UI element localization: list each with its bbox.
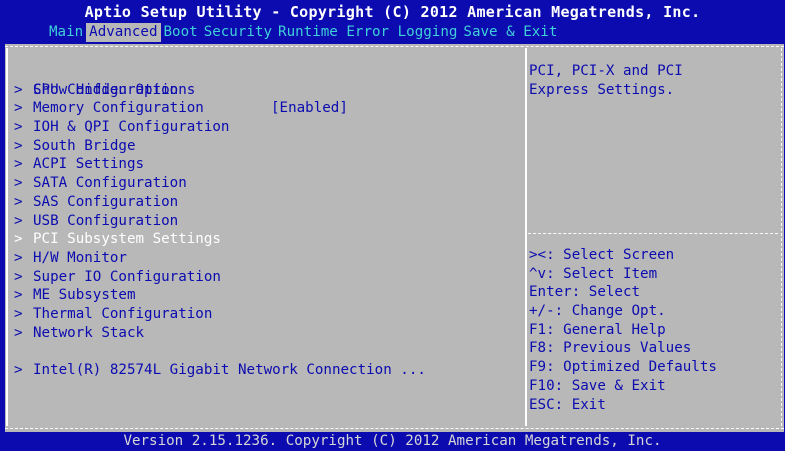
- spacer-row: [5, 342, 525, 361]
- submenu-arrow-icon: >: [14, 362, 23, 378]
- help-line: Express Settings.: [529, 81, 675, 98]
- menu-item-label: PCI Subsystem Settings: [33, 231, 221, 248]
- menu-item-intel-network[interactable]: > Intel(R) 82574L Gigabit Network Connect…: [5, 361, 525, 380]
- menu-item-memory[interactable]: > Memory Configuration: [5, 99, 525, 118]
- help-line: PCI, PCI-X and PCI: [529, 63, 683, 79]
- menu-item-me-subsystem[interactable]: > ME Subsystem: [5, 286, 525, 305]
- menu-item-acpi[interactable]: > ACPI Settings: [5, 155, 525, 174]
- bottom-border: [5, 428, 784, 429]
- menu-item-label: Memory Configuration: [33, 100, 204, 117]
- menu-item-label: Network Stack: [33, 324, 145, 341]
- footer-version: Version 2.15.1236. Copyright (C) 2012 Am…: [0, 432, 785, 451]
- menu-item-south-bridge[interactable]: > South Bridge: [5, 137, 525, 156]
- menu-item-label: Super IO Configuration: [33, 268, 221, 285]
- submenu-arrow-icon: >: [14, 81, 23, 98]
- menu-item-super-io[interactable]: > Super IO Configuration: [5, 268, 525, 287]
- key-hint: F10: Save & Exit: [529, 377, 666, 394]
- submenu-arrow-icon: >: [14, 193, 23, 210]
- key-hint: Enter: Select: [529, 284, 641, 301]
- menu-item-usb[interactable]: > USB Configuration: [5, 212, 525, 231]
- help-divider: [528, 233, 778, 234]
- submenu-arrow-icon: >: [14, 305, 23, 322]
- menu-item-label: IOH & QPI Configuration: [33, 119, 230, 136]
- tab-advanced[interactable]: Advanced: [86, 23, 161, 42]
- menu-item-label: SAS Configuration: [33, 193, 179, 210]
- menu-item-pci-subsystem[interactable]: > PCI Subsystem Settings: [5, 230, 525, 249]
- divider: [525, 48, 527, 426]
- key-hint: ESC: Exit: [529, 396, 606, 413]
- key-hint: ><: Select Screen: [529, 247, 675, 263]
- menu-item-sas[interactable]: > SAS Configuration: [5, 193, 525, 212]
- menu-item-label: SATA Configuration: [33, 175, 187, 192]
- submenu-arrow-icon: >: [14, 287, 23, 304]
- menu-item-sata[interactable]: > SATA Configuration: [5, 174, 525, 193]
- help-text: PCI, PCI-X and PCI Express Settings.: [529, 62, 779, 99]
- submenu-arrow-icon: >: [14, 268, 23, 285]
- top-border: [5, 46, 784, 47]
- tab-main[interactable]: Main: [46, 23, 86, 42]
- menu-item-label: CPU Configuration: [33, 81, 179, 98]
- menu-bar: Main Advanced Boot Security Runtime Error Lo…: [46, 23, 560, 42]
- menu-item-ioh-qpi[interactable]: > IOH & QPI Configuration: [5, 118, 525, 137]
- submenu-arrow-icon: >: [14, 137, 23, 154]
- key-legend: ><: Select Screen ^v: Select Item Enter:…: [529, 246, 779, 414]
- menu-item-label: ACPI Settings: [33, 156, 145, 173]
- menu-item-thermal[interactable]: > Thermal Configuration: [5, 305, 525, 324]
- tab-save-exit[interactable]: Save & Exit: [460, 23, 560, 42]
- submenu-arrow-icon: >: [14, 119, 23, 136]
- key-hint: ^v: Select Item: [529, 265, 658, 282]
- options-list: Show Hidden Options [Enabled] > CPU Confi…: [5, 62, 525, 380]
- submenu-arrow-icon: >: [14, 324, 23, 341]
- submenu-arrow-icon: >: [14, 212, 23, 229]
- tab-security[interactable]: Security: [201, 23, 275, 42]
- menu-item-hw-monitor[interactable]: > H/W Monitor: [5, 249, 525, 268]
- submenu-arrow-icon: >: [14, 100, 23, 117]
- main-panel: Show Hidden Options [Enabled] > CPU Confi…: [5, 44, 784, 432]
- submenu-arrow-icon: >: [14, 249, 23, 266]
- menu-item-label: H/W Monitor: [33, 249, 127, 266]
- submenu-arrow-icon: >: [14, 175, 23, 192]
- tab-runtime-error-logging[interactable]: Runtime Error Logging: [275, 23, 460, 42]
- menu-item-label: South Bridge: [33, 137, 136, 154]
- submenu-arrow-icon: >: [14, 231, 23, 248]
- right-border: [781, 48, 782, 426]
- key-hint: F1: General Help: [529, 321, 666, 338]
- menu-item-label: ME Subsystem: [33, 287, 136, 304]
- key-hint: +/-: Change Opt.: [529, 303, 666, 320]
- tab-boot[interactable]: Boot: [161, 23, 201, 42]
- key-hint: F9: Optimized Defaults: [529, 359, 717, 376]
- key-hint: F8: Previous Values: [529, 340, 692, 357]
- menu-item-cpu[interactable]: > CPU Configuration: [5, 81, 525, 100]
- menu-item-label: Thermal Configuration: [33, 305, 213, 322]
- menu-item-label: Intel(R) 82574L Gigabit Network Connecti…: [33, 362, 426, 378]
- menu-item-label: USB Configuration: [33, 212, 179, 229]
- app-title: Aptio Setup Utility - Copyright (C) 2012…: [84, 3, 701, 21]
- submenu-arrow-icon: >: [14, 156, 23, 173]
- menu-item-network-stack[interactable]: > Network Stack: [5, 324, 525, 343]
- option-show-hidden[interactable]: Show Hidden Options [Enabled]: [5, 62, 525, 117]
- header-bar: Aptio Setup Utility - Copyright (C) 2012…: [0, 0, 785, 44]
